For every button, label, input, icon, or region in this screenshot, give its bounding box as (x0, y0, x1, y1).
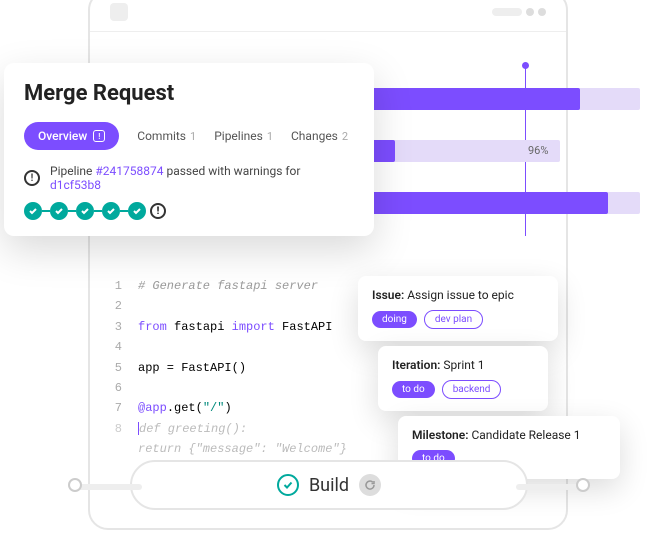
check-circle-icon (277, 474, 299, 496)
tag-pill[interactable]: to do (392, 381, 435, 398)
logo-icon (110, 3, 128, 21)
browser-header (90, 0, 566, 32)
slider-thumb[interactable] (576, 478, 590, 492)
pipeline-id-link[interactable]: #241758874 (95, 164, 163, 178)
stage-pass-icon[interactable] (128, 202, 146, 220)
tab-changes[interactable]: Changes 2 (291, 129, 348, 143)
iteration-card[interactable]: Iteration: Sprint 1 to do backend (378, 346, 548, 411)
build-label: Build (309, 475, 349, 496)
tab-placeholder (492, 8, 522, 16)
pipeline-stages: ! (24, 202, 354, 220)
tab-pipelines[interactable]: Pipelines 1 (214, 129, 273, 143)
issue-card[interactable]: Issue: Assign issue to epic doing dev pl… (358, 276, 558, 341)
tag-pill[interactable]: backend (442, 380, 502, 399)
chart-bar-row (370, 192, 648, 232)
merge-request-title: Merge Request (24, 81, 354, 106)
stage-warning-icon[interactable]: ! (150, 203, 166, 219)
chart-marker-dot (522, 62, 529, 69)
overview-icon: ! (93, 130, 105, 142)
stage-pass-icon[interactable] (50, 202, 68, 220)
warning-icon: ! (24, 170, 40, 186)
tab-commits[interactable]: Commits 1 (137, 129, 196, 143)
build-status-bar: Build (130, 460, 528, 510)
code-editor[interactable]: 1# Generate fastapi server 2 3from fasta… (108, 276, 388, 480)
chart-bar-row (370, 88, 648, 128)
merge-request-tabs: Overview ! Commits 1 Pipelines 1 Changes… (24, 122, 354, 150)
stage-pass-icon[interactable] (102, 202, 120, 220)
stage-pass-icon[interactable] (24, 202, 42, 220)
stage-pass-icon[interactable] (76, 202, 94, 220)
progress-chart: 96% (370, 88, 648, 244)
chart-bar-row: 96% (370, 140, 648, 180)
slider-left[interactable] (70, 484, 142, 490)
slider-thumb[interactable] (68, 478, 82, 492)
slider-right[interactable] (516, 484, 588, 490)
window-control (538, 8, 546, 16)
tag-pill[interactable]: dev plan (424, 310, 483, 329)
tab-overview[interactable]: Overview ! (24, 122, 119, 150)
refresh-icon[interactable] (359, 474, 381, 496)
tag-pill[interactable]: doing (372, 311, 417, 328)
pipeline-status-row: ! Pipeline #241758874 passed with warnin… (24, 164, 354, 192)
window-control (526, 8, 534, 16)
commit-sha-link[interactable]: d1cf53b8 (50, 178, 101, 192)
merge-request-card: Merge Request Overview ! Commits 1 Pipel… (4, 63, 374, 236)
pipeline-text: Pipeline #241758874 passed with warnings… (50, 164, 354, 192)
bar-percent-label: 96% (528, 144, 548, 157)
